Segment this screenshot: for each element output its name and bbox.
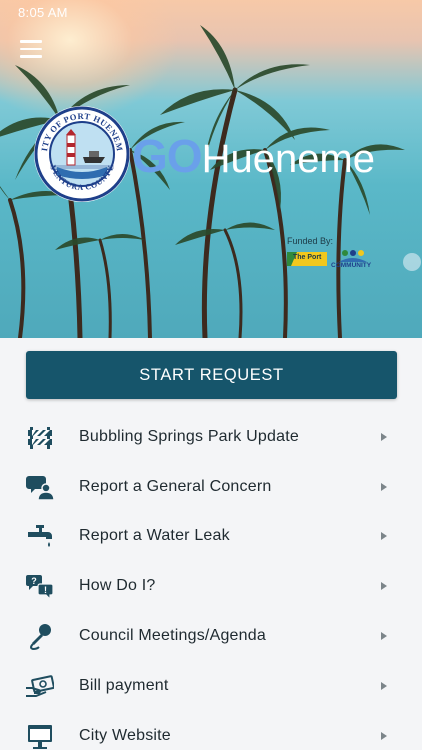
service-menu-list: Bubbling Springs Park Update Report a Ge… [0,412,422,750]
menu-item-general-concern[interactable]: Report a General Concern [0,462,422,512]
chevron-right-icon [381,532,387,541]
menu-item-council-meetings[interactable]: Council Meetings/Agenda [0,611,422,661]
chevron-right-icon [381,731,387,740]
microphone-icon [30,624,51,651]
svg-text:!: ! [44,585,47,595]
hamburger-menu-icon[interactable] [20,40,46,62]
header-banner: 8:05 AM CITY OF PORT HUENEME VENTURA COU… [0,0,422,338]
chevron-right-icon [381,632,387,641]
bill-payment-icon [26,675,54,697]
menu-item-label: Report a General Concern [79,477,272,495]
menu-item-bubbling-springs[interactable]: Bubbling Springs Park Update [0,412,422,462]
app-brand-title: GOHueneme [132,128,375,187]
menu-item-label: City Website [79,726,171,744]
menu-item-how-do-i[interactable]: ? ! How Do I? [0,561,422,611]
menu-item-label: Bill payment [79,676,169,694]
community-logo-text: COMMUNITY [331,262,372,269]
question-bubble-icon: ? ! [26,575,54,601]
menu-item-label: Report a Water Leak [79,527,230,545]
chevron-right-icon [381,482,387,491]
status-bar-time: 8:05 AM [18,5,68,20]
chevron-right-icon [381,582,387,591]
menu-item-water-leak[interactable]: Report a Water Leak [0,512,422,562]
funded-by-label: Funded By: [287,236,334,246]
monitor-icon [28,724,52,749]
menu-item-label: Council Meetings/Agenda [79,627,266,645]
brand-go: GO [132,130,203,182]
community-people-icon [339,250,367,262]
brand-name: Hueneme [201,137,375,181]
chevron-right-icon [381,681,387,690]
city-seal-logo: CITY OF PORT HUENEME VENTURA COUNTY [33,105,130,202]
menu-item-label: How Do I? [79,577,156,595]
faucet-icon [28,525,52,548]
svg-text:?: ? [31,576,37,586]
user-concern-icon [26,475,54,501]
barricade-icon [28,426,52,449]
menu-item-label: Bubbling Springs Park Update [79,427,299,445]
chevron-right-icon [381,432,387,441]
the-port-logo [287,252,327,266]
start-request-button[interactable]: START REQUEST [26,351,397,399]
community-logo: COMMUNITY [331,248,373,272]
menu-item-city-website[interactable]: City Website [0,711,422,750]
menu-item-bill-payment[interactable]: Bill payment [0,661,422,711]
